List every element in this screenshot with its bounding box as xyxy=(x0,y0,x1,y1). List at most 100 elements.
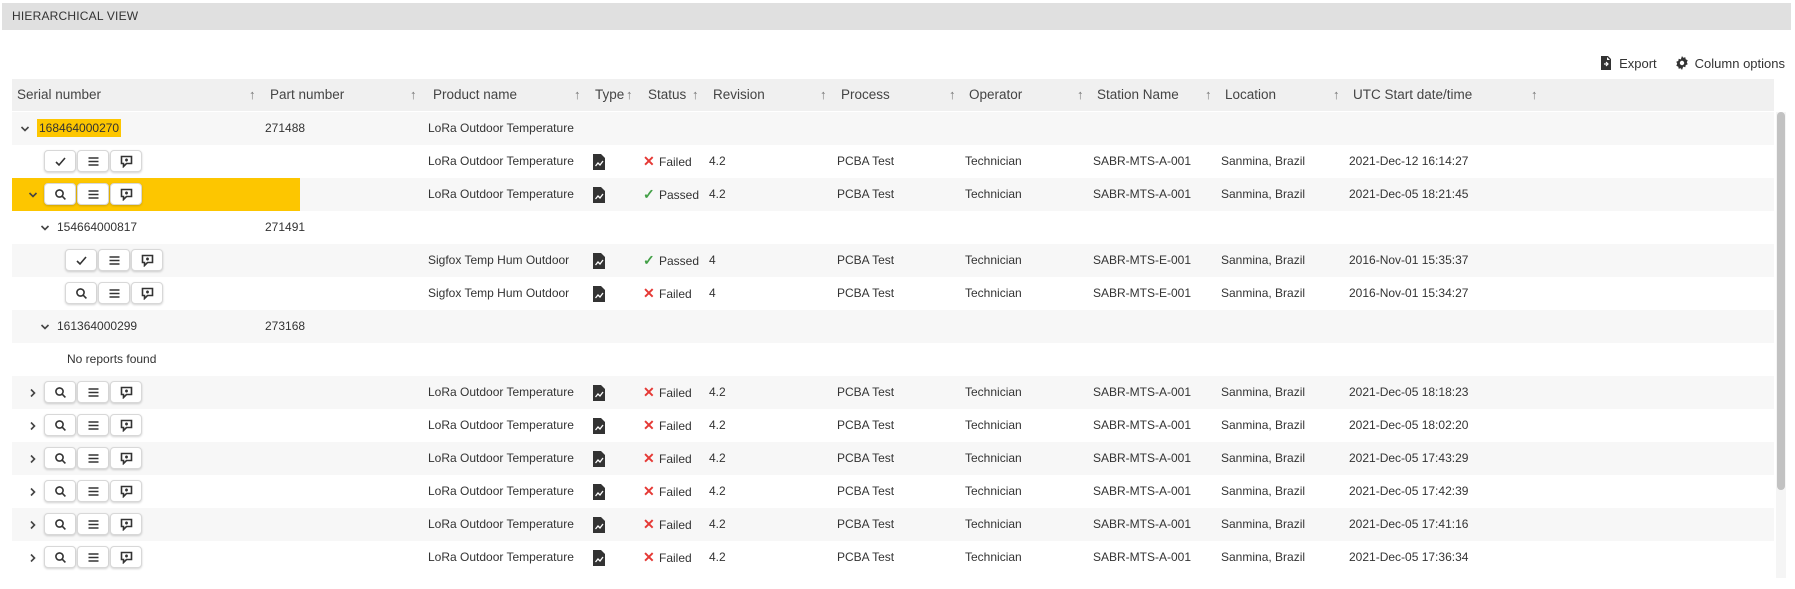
comment-button[interactable] xyxy=(131,282,163,304)
search-button[interactable] xyxy=(44,183,76,205)
list-button[interactable] xyxy=(98,282,130,304)
collapse-chevron-icon[interactable] xyxy=(26,178,40,211)
column-options-button[interactable]: Column options xyxy=(1675,53,1785,73)
chart-document-icon[interactable] xyxy=(592,253,606,269)
sort-arrow-icon[interactable]: ↑ xyxy=(820,79,827,111)
expand-chevron-icon[interactable] xyxy=(26,508,40,541)
comment-button[interactable] xyxy=(131,249,163,271)
table-row[interactable]: LoRa Outdoor Temperature ✕ Failed 4.2 PCBA T… xyxy=(12,409,1774,442)
table-row[interactable]: LoRa Outdoor Temperature ✕ Failed 4.2 PCBA T… xyxy=(12,508,1774,541)
comment-button[interactable] xyxy=(110,414,142,436)
collapse-chevron-icon[interactable] xyxy=(18,112,32,145)
chart-document-icon[interactable] xyxy=(592,550,606,566)
x-icon: ✕ xyxy=(643,483,655,499)
col-revision[interactable]: Revision xyxy=(708,79,836,111)
col-serial-number[interactable]: Serial number xyxy=(12,79,265,111)
table-row[interactable]: LoRa Outdoor Temperature ✕ Failed 4.2 PCBA T… xyxy=(12,442,1774,475)
expand-chevron-icon[interactable] xyxy=(26,475,40,508)
table-row[interactable]: LoRa Outdoor Temperature ✓ Passed 4.2 PCBA T… xyxy=(12,178,1774,211)
revision-cell: 4.2 xyxy=(709,451,726,465)
search-button[interactable] xyxy=(65,282,97,304)
sort-arrow-icon[interactable]: ↑ xyxy=(1077,79,1084,111)
expand-chevron-icon[interactable] xyxy=(26,409,40,442)
sort-arrow-icon[interactable]: ↑ xyxy=(949,79,956,111)
col-product-name[interactable]: Product name xyxy=(428,79,590,111)
check-button[interactable] xyxy=(44,150,76,172)
collapse-chevron-icon[interactable] xyxy=(38,211,52,244)
col-process[interactable]: Process xyxy=(836,79,964,111)
comment-button[interactable] xyxy=(110,150,142,172)
col-type[interactable]: Type xyxy=(590,79,642,111)
list-button[interactable] xyxy=(77,447,109,469)
table-row[interactable]: Sigfox Temp Hum Outdoor ✓ Passed 4 PCBA Test… xyxy=(12,244,1774,277)
chart-document-icon[interactable] xyxy=(592,418,606,434)
scrollbar-thumb[interactable] xyxy=(1777,112,1785,490)
search-button[interactable] xyxy=(44,414,76,436)
chart-document-icon[interactable] xyxy=(592,517,606,533)
chart-document-icon[interactable] xyxy=(592,286,606,302)
list-button[interactable] xyxy=(77,150,109,172)
chart-document-icon[interactable] xyxy=(592,484,606,500)
comment-button[interactable] xyxy=(110,183,142,205)
col-location[interactable]: Location xyxy=(1220,79,1348,111)
utc-start-cell: 2021-Dec-05 17:42:39 xyxy=(1349,484,1469,498)
group-row[interactable]: 154664000817 271491 xyxy=(12,211,1774,244)
col-part-number-label: Part number xyxy=(270,87,345,102)
search-button[interactable] xyxy=(44,447,76,469)
chart-document-icon[interactable] xyxy=(592,187,606,203)
chart-document-icon[interactable] xyxy=(592,154,606,170)
col-utc-start[interactable]: UTC Start date/time xyxy=(1348,79,1548,111)
sort-arrow-icon[interactable]: ↑ xyxy=(249,79,256,111)
table-row[interactable]: Sigfox Temp Hum Outdoor ✕ Failed 4 PCBA Test… xyxy=(12,277,1774,310)
search-button[interactable] xyxy=(44,513,76,535)
list-button[interactable] xyxy=(77,546,109,568)
list-button[interactable] xyxy=(98,249,130,271)
product-name-cell: Sigfox Temp Hum Outdoor xyxy=(428,253,570,267)
col-station-name[interactable]: Station Name xyxy=(1092,79,1220,111)
list-button[interactable] xyxy=(77,480,109,502)
comment-button[interactable] xyxy=(110,546,142,568)
collapse-chevron-icon[interactable] xyxy=(38,310,52,343)
status-cell: ✕ Failed xyxy=(643,409,692,442)
sort-arrow-icon[interactable]: ↑ xyxy=(410,79,417,111)
sort-arrow-icon[interactable]: ↑ xyxy=(626,79,633,111)
list-button[interactable] xyxy=(77,414,109,436)
export-button[interactable]: Export xyxy=(1599,53,1657,73)
sort-arrow-icon[interactable]: ↑ xyxy=(1333,79,1340,111)
table-row[interactable]: LoRa Outdoor Temperature ✕ Failed 4.2 PCBA T… xyxy=(12,541,1774,574)
group-row[interactable]: 161364000299 273168 xyxy=(12,310,1774,343)
check-button[interactable] xyxy=(65,249,97,271)
list-button[interactable] xyxy=(77,183,109,205)
search-button[interactable] xyxy=(44,381,76,403)
expand-chevron-icon[interactable] xyxy=(26,541,40,574)
expand-chevron-icon[interactable] xyxy=(26,376,40,409)
col-operator[interactable]: Operator xyxy=(964,79,1092,111)
status-cell: ✕ Failed xyxy=(643,475,692,508)
empty-row[interactable]: No reports found xyxy=(12,343,1774,376)
col-part-number[interactable]: Part number xyxy=(265,79,428,111)
search-button[interactable] xyxy=(44,480,76,502)
group-row[interactable]: 168464000270 271488 LoRa Outdoor Temperatu… xyxy=(12,112,1774,145)
comment-button[interactable] xyxy=(110,447,142,469)
comment-button[interactable] xyxy=(110,480,142,502)
operator-cell: Technician xyxy=(965,517,1022,531)
comment-button[interactable] xyxy=(110,513,142,535)
list-button[interactable] xyxy=(77,513,109,535)
sort-arrow-icon[interactable]: ↑ xyxy=(1205,79,1212,111)
status-cell: ✓ Passed xyxy=(643,178,699,211)
sort-arrow-icon[interactable]: ↑ xyxy=(692,79,699,111)
sort-arrow-icon[interactable]: ↑ xyxy=(1531,79,1538,111)
sort-arrow-icon[interactable]: ↑ xyxy=(574,79,581,111)
table-row[interactable]: LoRa Outdoor Temperature ✕ Failed 4.2 PCBA T… xyxy=(12,475,1774,508)
table-row[interactable]: LoRa Outdoor Temperature ✕ Failed 4.2 PCBA T… xyxy=(12,376,1774,409)
location-cell: Sanmina, Brazil xyxy=(1221,550,1306,564)
search-icon xyxy=(75,287,88,300)
chart-document-icon[interactable] xyxy=(592,385,606,401)
vertical-scrollbar[interactable] xyxy=(1776,112,1786,578)
comment-button[interactable] xyxy=(110,381,142,403)
list-button[interactable] xyxy=(77,381,109,403)
expand-chevron-icon[interactable] xyxy=(26,442,40,475)
chart-document-icon[interactable] xyxy=(592,451,606,467)
search-button[interactable] xyxy=(44,546,76,568)
table-row[interactable]: LoRa Outdoor Temperature ✕ Failed 4.2 PCBA T… xyxy=(12,145,1774,178)
